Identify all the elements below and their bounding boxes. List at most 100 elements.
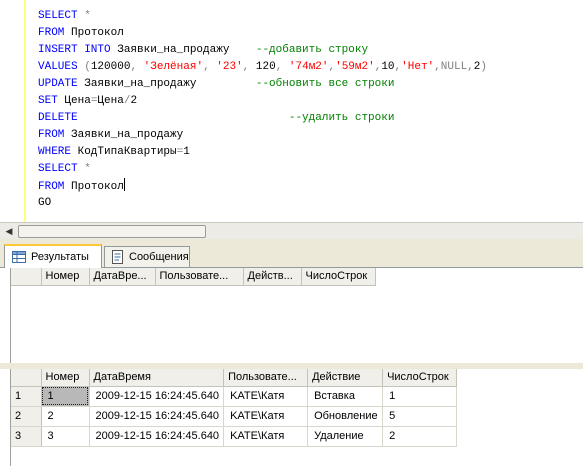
sql-code[interactable]: SELECT * FROM Протокол INSERT INTO Заявки_…	[38, 8, 487, 212]
grid-2-header-row: Номер ДатаВремя Пользовате... Действие Ч…	[11, 369, 458, 387]
grid-2-corner-cell[interactable]	[11, 369, 42, 387]
grid-icon	[11, 250, 27, 264]
grid-1-corner-cell[interactable]	[11, 268, 42, 286]
code-token: 10	[381, 61, 395, 73]
grid-2-col-header[interactable]: Номер	[41, 369, 90, 387]
code-token: INSERT INTO	[38, 44, 118, 56]
table-row[interactable]: 1 1 2009-12-15 16:24:45.640 KATE\Катя Вс…	[11, 386, 458, 407]
code-token: ,	[130, 61, 144, 73]
scroll-left-arrow-icon[interactable]: ◀	[1, 224, 17, 239]
tab-messages[interactable]: Сообщения	[104, 246, 190, 267]
code-token: 120	[255, 61, 276, 73]
code-token: )	[480, 61, 487, 73]
code-line[interactable]: UPDATE Заявки_на_продажу --обновить все …	[38, 76, 487, 93]
code-token: ,	[434, 61, 441, 73]
code-token: КодТипаКвартиры	[77, 146, 177, 158]
editor-horizontal-scrollbar[interactable]: ◀	[0, 222, 583, 239]
cell-nomer[interactable]: 1	[41, 386, 90, 407]
tab-messages-label: Сообщения	[129, 251, 189, 263]
table-row[interactable]: 3 3 2009-12-15 16:24:45.640 KATE\Катя Уд…	[11, 426, 458, 447]
code-token: VALUES	[38, 61, 85, 73]
code-token: FROM	[38, 129, 72, 141]
code-line[interactable]: VALUES (120000, 'Зелёная', '23', 120, '7…	[38, 59, 487, 76]
code-line[interactable]: SET Цена=Цена/2	[38, 93, 487, 110]
grid-1-col-header[interactable]: Номер	[41, 268, 90, 286]
code-token: NULL	[440, 61, 468, 73]
sql-editor[interactable]: SELECT * FROM Протокол INSERT INTO Заявки_…	[0, 0, 583, 222]
code-token: --удалить строки	[288, 112, 395, 124]
grid-1-col-header[interactable]: ДатаВре...	[89, 268, 156, 286]
grid-1-col-header[interactable]: Пользовате...	[155, 268, 244, 286]
cell-datetime[interactable]: 2009-12-15 16:24:45.640	[89, 426, 225, 447]
code-token: '23'	[216, 61, 243, 73]
table-row[interactable]: 2 2 2009-12-15 16:24:45.640 KATE\Катя Об…	[11, 406, 458, 427]
cell-datetime[interactable]: 2009-12-15 16:24:45.640	[89, 386, 225, 407]
code-line[interactable]: FROM Заявки_на_продажу	[38, 127, 487, 144]
code-token: '59м2'	[335, 61, 375, 73]
code-token: *	[84, 163, 91, 175]
grid-2-col-header[interactable]: ЧислоСтрок	[382, 369, 458, 387]
code-token: 120000	[90, 61, 131, 73]
grid-1-col-header[interactable]: ЧислоСтрок	[301, 268, 376, 286]
cell-action[interactable]: Удаление	[307, 426, 384, 447]
code-token: DELETE	[38, 112, 289, 124]
cell-rowcount[interactable]: 1	[382, 386, 458, 407]
code-line[interactable]: FROM Протокол	[38, 25, 487, 42]
code-token: FROM	[38, 181, 72, 193]
grid-2-col-header[interactable]: Действие	[307, 369, 384, 387]
tab-results[interactable]: Результаты	[4, 244, 102, 268]
cell-rowcount[interactable]: 2	[382, 426, 458, 447]
code-line[interactable]: DELETE --удалить строки	[38, 110, 487, 127]
code-token: '74м2'	[288, 61, 329, 73]
code-token: ,	[467, 61, 474, 73]
grid-2-col-header[interactable]: Пользовате...	[223, 369, 309, 387]
code-token: Протокол	[71, 181, 124, 193]
code-token: SELECT	[38, 163, 85, 175]
code-token: --добавить строку	[255, 44, 369, 56]
code-token: WHERE	[38, 146, 78, 158]
row-number[interactable]: 2	[11, 406, 42, 427]
cell-datetime[interactable]: 2009-12-15 16:24:45.640	[89, 406, 225, 427]
code-token: (	[84, 61, 91, 73]
result-grid-2-table: Номер ДатаВремя Пользовате... Действие Ч…	[11, 369, 458, 447]
result-grid-2[interactable]: Номер ДатаВремя Пользовате... Действие Ч…	[10, 369, 583, 466]
cell-action[interactable]: Вставка	[307, 386, 384, 407]
tab-results-label: Результаты	[31, 251, 89, 263]
cell-nomer[interactable]: 3	[41, 426, 90, 447]
code-token: Заявки_на_продажу	[117, 44, 256, 56]
code-token: Цена	[97, 95, 124, 107]
cell-nomer[interactable]: 2	[41, 406, 90, 427]
code-token: 2	[130, 95, 138, 107]
cell-user[interactable]: KATE\Катя	[223, 426, 309, 447]
cell-action[interactable]: Обновление	[307, 406, 384, 427]
text-caret	[123, 178, 125, 191]
code-token: UPDATE	[38, 78, 85, 90]
cell-user[interactable]: KATE\Катя	[223, 386, 309, 407]
code-token: ,	[275, 61, 289, 73]
code-token: 1	[183, 146, 190, 158]
code-token: --обновить все строки	[255, 78, 395, 90]
code-token: GO	[38, 197, 52, 209]
grid-1-header-row: Номер ДатаВре... Пользовате... Действ...…	[11, 268, 376, 286]
result-grid-1[interactable]: Номер ДатаВре... Пользовате... Действ...…	[10, 268, 583, 363]
row-number[interactable]: 1	[11, 386, 42, 407]
row-number[interactable]: 3	[11, 426, 42, 447]
code-line[interactable]: GO	[38, 195, 487, 212]
code-token: Цена	[64, 95, 91, 107]
cell-rowcount[interactable]: 5	[382, 406, 458, 427]
cell-user[interactable]: KATE\Катя	[223, 406, 309, 427]
messages-icon	[111, 250, 125, 264]
code-token: ,	[242, 61, 256, 73]
code-line[interactable]: INSERT INTO Заявки_на_продажу --добавить…	[38, 42, 487, 59]
scrollbar-thumb[interactable]	[18, 225, 206, 238]
code-line[interactable]: FROM Протокол	[38, 178, 487, 195]
code-token: Заявки_на_продажу	[71, 129, 184, 141]
grid-2-col-header[interactable]: ДатаВремя	[89, 369, 225, 387]
code-line[interactable]: SELECT *	[38, 8, 487, 25]
editor-gutter	[0, 0, 24, 222]
result-grid-1-table: Номер ДатаВре... Пользовате... Действ...…	[11, 268, 376, 286]
code-line[interactable]: WHERE КодТипаКвартиры=1	[38, 144, 487, 161]
change-tracking-margin	[24, 0, 26, 222]
code-line[interactable]: SELECT *	[38, 161, 487, 178]
grid-1-col-header[interactable]: Действ...	[243, 268, 302, 286]
